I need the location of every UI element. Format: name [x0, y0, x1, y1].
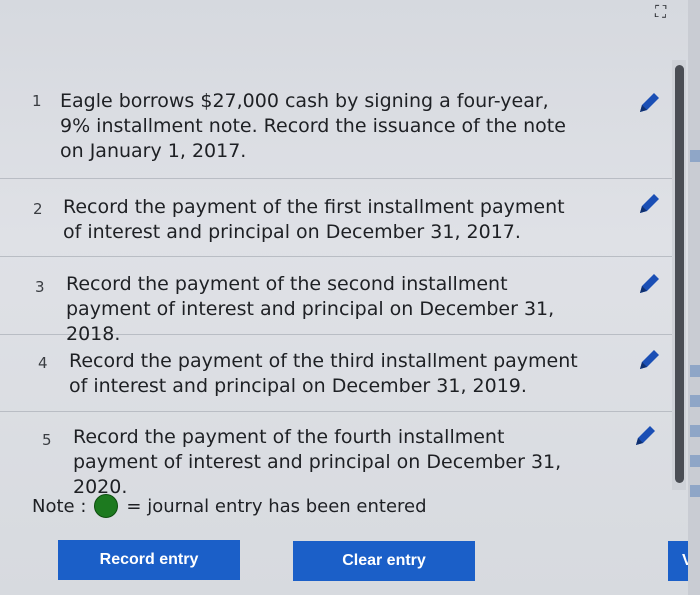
- right-tab-marker: [690, 150, 700, 162]
- entered-indicator-dot: [94, 494, 119, 518]
- pencil-icon[interactable]: [636, 90, 662, 116]
- task-description: Record the payment of the first installm…: [63, 196, 565, 243]
- task-row-1[interactable]: 1 Eagle borrows $27,000 cash by signing …: [0, 80, 672, 179]
- task-number: 2: [33, 200, 43, 218]
- right-tab-marker: [690, 485, 700, 497]
- task-row-5[interactable]: 5 Record the payment of the fourth insta…: [0, 411, 672, 498]
- record-entry-button[interactable]: Record entry: [58, 540, 240, 580]
- task-row-2[interactable]: 2 Record the payment of the first instal…: [0, 178, 672, 257]
- note-label: Note :: [32, 495, 87, 517]
- task-description: Eagle borrows $27,000 cash by signing a …: [60, 90, 566, 162]
- pencil-icon[interactable]: [636, 271, 662, 297]
- legend-note: Note : = journal entry has been entered: [32, 494, 427, 518]
- scrollbar-thumb[interactable]: [675, 65, 684, 483]
- pencil-icon[interactable]: [632, 423, 658, 449]
- task-number: 1: [32, 92, 42, 110]
- task-row-4[interactable]: 4 Record the payment of the third instal…: [0, 334, 672, 412]
- task-row-3[interactable]: 3 Record the payment of the second insta…: [0, 256, 672, 345]
- right-panel-edge: [688, 0, 700, 595]
- right-tab-marker: [690, 395, 700, 407]
- right-tab-marker: [690, 455, 700, 467]
- journal-entry-worksheet: ⛶ 1 Eagle borrows $27,000 cash by signin…: [0, 0, 700, 595]
- pencil-icon[interactable]: [636, 347, 662, 373]
- task-list: 1 Eagle borrows $27,000 cash by signing …: [0, 0, 700, 595]
- task-description: Record the payment of the fourth install…: [73, 426, 562, 498]
- task-description: Record the payment of the third installm…: [69, 350, 578, 397]
- task-number: 5: [42, 431, 52, 449]
- right-tab-marker: [690, 365, 700, 377]
- task-number: 3: [35, 278, 45, 296]
- clear-entry-button[interactable]: Clear entry: [293, 541, 475, 581]
- task-number: 4: [38, 354, 48, 372]
- right-tab-marker: [690, 425, 700, 437]
- pencil-icon[interactable]: [636, 191, 662, 217]
- note-text: = journal entry has been entered: [126, 495, 427, 517]
